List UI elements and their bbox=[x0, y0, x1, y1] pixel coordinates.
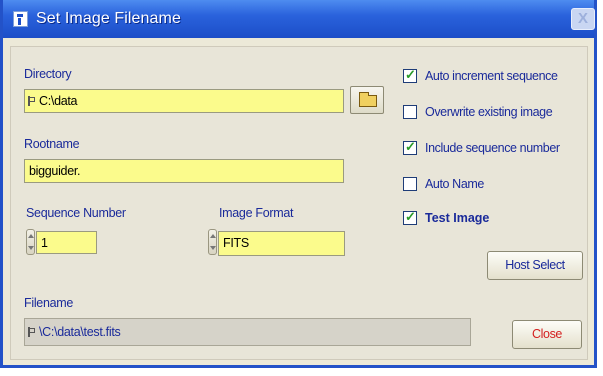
directory-value: C:\data bbox=[39, 94, 78, 108]
folder-icon bbox=[359, 92, 377, 107]
window-close-button[interactable]: X bbox=[571, 8, 595, 30]
image-format-spinner[interactable] bbox=[208, 229, 217, 255]
image-format-label: Image Format bbox=[219, 206, 294, 220]
include-sequence-checkbox[interactable]: ✓ bbox=[403, 139, 417, 155]
directory-label: Directory bbox=[24, 67, 72, 81]
filename-field: \C:\data\test.fits bbox=[24, 318, 471, 346]
browse-folder-button[interactable] bbox=[350, 86, 384, 114]
auto-name-checkbox[interactable] bbox=[403, 177, 417, 191]
test-image-checkbox[interactable]: ✓ bbox=[403, 209, 417, 225]
close-button[interactable]: Close bbox=[512, 320, 582, 349]
include-sequence-label: Include sequence number bbox=[425, 141, 560, 155]
sequence-number-field[interactable]: 1 bbox=[36, 231, 97, 254]
dialog-content: Directory C:\data Rootname bigguider. Se… bbox=[10, 46, 588, 360]
path-icon bbox=[28, 96, 35, 106]
title-bar[interactable]: Set Image Filename X bbox=[0, 0, 597, 38]
window-title: Set Image Filename bbox=[36, 10, 181, 27]
test-image-label: Test Image bbox=[425, 211, 490, 225]
directory-field[interactable]: C:\data bbox=[24, 89, 344, 113]
check-icon: ✓ bbox=[405, 139, 416, 154]
sequence-number-value: 1 bbox=[41, 236, 48, 250]
sequence-number-label: Sequence Number bbox=[26, 206, 126, 220]
host-select-button[interactable]: Host Select bbox=[487, 251, 583, 280]
filename-label: Filename bbox=[24, 296, 74, 310]
image-format-field[interactable]: FITS bbox=[218, 231, 345, 256]
rootname-label: Rootname bbox=[24, 137, 80, 151]
auto-increment-checkbox[interactable]: ✓ bbox=[403, 67, 417, 83]
overwrite-existing-label: Overwrite existing image bbox=[425, 105, 553, 119]
rootname-value: bigguider. bbox=[29, 164, 81, 178]
auto-name-label: Auto Name bbox=[425, 177, 484, 191]
filename-value: \C:\data\test.fits bbox=[39, 325, 121, 339]
check-icon: ✓ bbox=[405, 209, 416, 224]
check-icon: ✓ bbox=[405, 67, 416, 82]
image-format-value: FITS bbox=[223, 236, 249, 250]
overwrite-existing-checkbox[interactable] bbox=[403, 105, 417, 119]
rootname-field[interactable]: bigguider. bbox=[24, 159, 344, 183]
sequence-number-spinner[interactable] bbox=[26, 229, 35, 255]
app-icon bbox=[13, 11, 28, 27]
path-icon bbox=[28, 327, 35, 337]
auto-increment-label: Auto increment sequence bbox=[425, 69, 558, 83]
